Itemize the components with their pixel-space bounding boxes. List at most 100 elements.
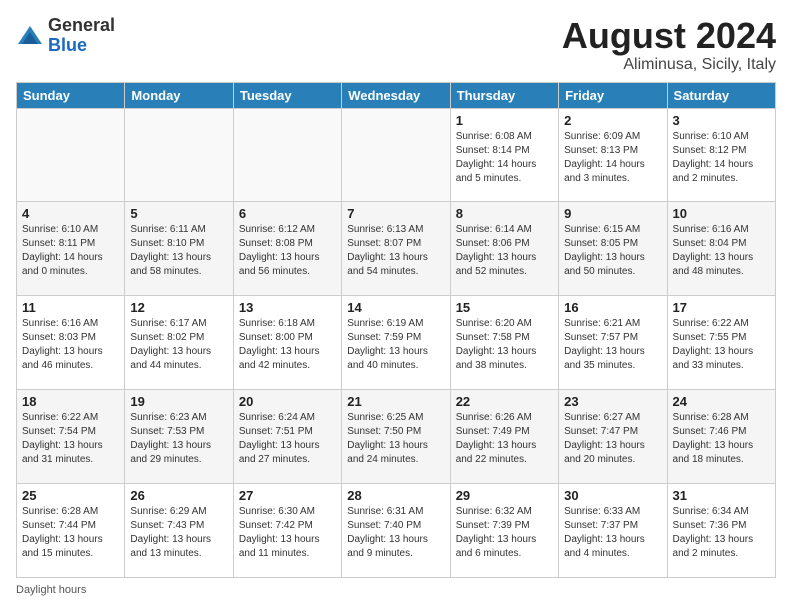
location: Aliminusa, Sicily, Italy xyxy=(562,56,776,74)
calendar-cell: 11 Sunrise: 6:16 AM Sunset: 8:03 PM Dayli… xyxy=(17,296,125,390)
day-number: 14 xyxy=(347,300,444,315)
day-number: 21 xyxy=(347,394,444,409)
day-info: Sunrise: 6:26 AM Sunset: 7:49 PM Dayligh… xyxy=(456,411,553,467)
page: General Blue August 2024 Aliminusa, Sici… xyxy=(0,0,792,612)
calendar-day-header: Thursday xyxy=(450,82,558,108)
day-info: Sunrise: 6:25 AM Sunset: 7:50 PM Dayligh… xyxy=(347,411,444,467)
calendar-cell: 28 Sunrise: 6:31 AM Sunset: 7:40 PM Dayli… xyxy=(342,484,450,578)
day-info: Sunrise: 6:30 AM Sunset: 7:42 PM Dayligh… xyxy=(239,505,336,561)
calendar-day-header: Saturday xyxy=(667,82,775,108)
header: General Blue August 2024 Aliminusa, Sici… xyxy=(16,16,776,74)
calendar-cell: 1Sunrise: 6:08 AM Sunset: 8:14 PM Daylig… xyxy=(450,108,558,202)
day-info: Sunrise: 6:28 AM Sunset: 7:44 PM Dayligh… xyxy=(22,505,119,561)
calendar-cell: 19Sunrise: 6:23 AM Sunset: 7:53 PM Dayli… xyxy=(125,390,233,484)
logo-text: General Blue xyxy=(48,16,115,56)
day-number: 22 xyxy=(456,394,553,409)
calendar-cell xyxy=(125,108,233,202)
day-info: Sunrise: 6:15 AM Sunset: 8:05 PM Dayligh… xyxy=(564,223,661,279)
calendar-cell: 12 Sunrise: 6:17 AM Sunset: 8:02 PM Dayli… xyxy=(125,296,233,390)
calendar-cell: 30 Sunrise: 6:33 AM Sunset: 7:37 PM Dayli… xyxy=(559,484,667,578)
calendar-cell: 21 Sunrise: 6:25 AM Sunset: 7:50 PM Dayli… xyxy=(342,390,450,484)
calendar-day-header: Friday xyxy=(559,82,667,108)
calendar-cell: 20Sunrise: 6:24 AM Sunset: 7:51 PM Dayli… xyxy=(233,390,341,484)
day-number: 29 xyxy=(456,488,553,503)
day-info: Sunrise: 6:22 AM Sunset: 7:54 PM Dayligh… xyxy=(22,411,119,467)
calendar-cell: 9 Sunrise: 6:15 AM Sunset: 8:05 PM Daylig… xyxy=(559,202,667,296)
calendar-week-row: 11 Sunrise: 6:16 AM Sunset: 8:03 PM Dayli… xyxy=(17,296,776,390)
calendar-cell xyxy=(17,108,125,202)
day-number: 23 xyxy=(564,394,661,409)
day-number: 9 xyxy=(564,206,661,221)
calendar-cell: 14 Sunrise: 6:19 AM Sunset: 7:59 PM Dayli… xyxy=(342,296,450,390)
day-info: Sunrise: 6:22 AM Sunset: 7:55 PM Dayligh… xyxy=(673,317,770,373)
day-number: 25 xyxy=(22,488,119,503)
day-number: 11 xyxy=(22,300,119,315)
day-number: 15 xyxy=(456,300,553,315)
calendar-day-header: Wednesday xyxy=(342,82,450,108)
calendar-day-header: Tuesday xyxy=(233,82,341,108)
day-info: Sunrise: 6:19 AM Sunset: 7:59 PM Dayligh… xyxy=(347,317,444,373)
calendar-cell: 27 Sunrise: 6:30 AM Sunset: 7:42 PM Dayli… xyxy=(233,484,341,578)
calendar-cell: 16Sunrise: 6:21 AM Sunset: 7:57 PM Dayli… xyxy=(559,296,667,390)
day-info: Sunrise: 6:13 AM Sunset: 8:07 PM Dayligh… xyxy=(347,223,444,279)
logo-general-text: General xyxy=(48,15,115,35)
day-number: 28 xyxy=(347,488,444,503)
day-info: Sunrise: 6:16 AM Sunset: 8:03 PM Dayligh… xyxy=(22,317,119,373)
day-number: 27 xyxy=(239,488,336,503)
day-number: 6 xyxy=(239,206,336,221)
title-block: August 2024 Aliminusa, Sicily, Italy xyxy=(562,16,776,74)
day-number: 20 xyxy=(239,394,336,409)
calendar-week-row: 1Sunrise: 6:08 AM Sunset: 8:14 PM Daylig… xyxy=(17,108,776,202)
day-info: Sunrise: 6:08 AM Sunset: 8:14 PM Dayligh… xyxy=(456,130,553,186)
day-number: 2 xyxy=(564,113,661,128)
day-info: Sunrise: 6:12 AM Sunset: 8:08 PM Dayligh… xyxy=(239,223,336,279)
calendar-cell: 23 Sunrise: 6:27 AM Sunset: 7:47 PM Dayli… xyxy=(559,390,667,484)
month-year: August 2024 xyxy=(562,16,776,56)
day-info: Sunrise: 6:27 AM Sunset: 7:47 PM Dayligh… xyxy=(564,411,661,467)
day-info: Sunrise: 6:33 AM Sunset: 7:37 PM Dayligh… xyxy=(564,505,661,561)
day-number: 26 xyxy=(130,488,227,503)
calendar-cell: 2 Sunrise: 6:09 AM Sunset: 8:13 PM Daylig… xyxy=(559,108,667,202)
calendar-cell: 22 Sunrise: 6:26 AM Sunset: 7:49 PM Dayli… xyxy=(450,390,558,484)
calendar-day-header: Sunday xyxy=(17,82,125,108)
calendar-cell: 4Sunrise: 6:10 AM Sunset: 8:11 PM Daylig… xyxy=(17,202,125,296)
calendar-cell: 29 Sunrise: 6:32 AM Sunset: 7:39 PM Dayli… xyxy=(450,484,558,578)
day-info: Sunrise: 6:11 AM Sunset: 8:10 PM Dayligh… xyxy=(130,223,227,279)
calendar-header-row: SundayMondayTuesdayWednesdayThursdayFrid… xyxy=(17,82,776,108)
day-info: Sunrise: 6:18 AM Sunset: 8:00 PM Dayligh… xyxy=(239,317,336,373)
day-info: Sunrise: 6:34 AM Sunset: 7:36 PM Dayligh… xyxy=(673,505,770,561)
calendar-table: SundayMondayTuesdayWednesdayThursdayFrid… xyxy=(16,82,776,578)
day-number: 3 xyxy=(673,113,770,128)
day-info: Sunrise: 6:14 AM Sunset: 8:06 PM Dayligh… xyxy=(456,223,553,279)
calendar-cell: 13Sunrise: 6:18 AM Sunset: 8:00 PM Dayli… xyxy=(233,296,341,390)
day-number: 5 xyxy=(130,206,227,221)
calendar-cell: 8Sunrise: 6:14 AM Sunset: 8:06 PM Daylig… xyxy=(450,202,558,296)
calendar-week-row: 4Sunrise: 6:10 AM Sunset: 8:11 PM Daylig… xyxy=(17,202,776,296)
day-info: Sunrise: 6:10 AM Sunset: 8:11 PM Dayligh… xyxy=(22,223,119,279)
footer-note: Daylight hours xyxy=(16,584,776,596)
calendar-cell: 17Sunrise: 6:22 AM Sunset: 7:55 PM Dayli… xyxy=(667,296,775,390)
calendar-cell xyxy=(342,108,450,202)
day-info: Sunrise: 6:20 AM Sunset: 7:58 PM Dayligh… xyxy=(456,317,553,373)
day-number: 7 xyxy=(347,206,444,221)
calendar-cell: 7 Sunrise: 6:13 AM Sunset: 8:07 PM Daylig… xyxy=(342,202,450,296)
day-info: Sunrise: 6:31 AM Sunset: 7:40 PM Dayligh… xyxy=(347,505,444,561)
calendar-cell: 31 Sunrise: 6:34 AM Sunset: 7:36 PM Dayli… xyxy=(667,484,775,578)
day-number: 31 xyxy=(673,488,770,503)
logo-icon xyxy=(16,22,44,50)
calendar-cell: 5 Sunrise: 6:11 AM Sunset: 8:10 PM Daylig… xyxy=(125,202,233,296)
day-number: 30 xyxy=(564,488,661,503)
day-number: 10 xyxy=(673,206,770,221)
day-info: Sunrise: 6:17 AM Sunset: 8:02 PM Dayligh… xyxy=(130,317,227,373)
day-number: 12 xyxy=(130,300,227,315)
day-info: Sunrise: 6:23 AM Sunset: 7:53 PM Dayligh… xyxy=(130,411,227,467)
calendar-cell: 18Sunrise: 6:22 AM Sunset: 7:54 PM Dayli… xyxy=(17,390,125,484)
day-info: Sunrise: 6:16 AM Sunset: 8:04 PM Dayligh… xyxy=(673,223,770,279)
day-info: Sunrise: 6:32 AM Sunset: 7:39 PM Dayligh… xyxy=(456,505,553,561)
calendar-cell: 3Sunrise: 6:10 AM Sunset: 8:12 PM Daylig… xyxy=(667,108,775,202)
logo: General Blue xyxy=(16,16,115,56)
calendar-cell: 25 Sunrise: 6:28 AM Sunset: 7:44 PM Dayli… xyxy=(17,484,125,578)
day-info: Sunrise: 6:09 AM Sunset: 8:13 PM Dayligh… xyxy=(564,130,661,186)
day-info: Sunrise: 6:28 AM Sunset: 7:46 PM Dayligh… xyxy=(673,411,770,467)
calendar-cell xyxy=(233,108,341,202)
